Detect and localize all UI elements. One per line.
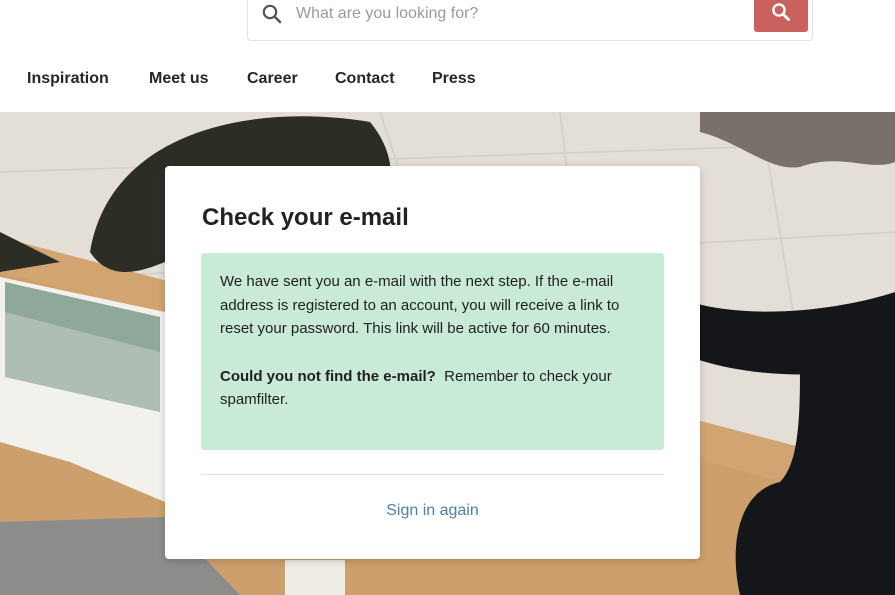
nav-item-contact[interactable]: Contact bbox=[335, 70, 395, 88]
nav-item-meet-us[interactable]: Meet us bbox=[149, 70, 209, 88]
search-icon bbox=[261, 3, 283, 25]
info-message: We have sent you an e-mail with the next… bbox=[220, 273, 620, 337]
nav-item-press[interactable]: Press bbox=[432, 70, 476, 88]
check-email-card: Check your e-mail We have sent you an e-… bbox=[165, 166, 700, 559]
site-header: Inspiration Meet us Career Contact Press bbox=[0, 0, 895, 112]
search-button[interactable] bbox=[754, 0, 808, 32]
sign-in-again-link[interactable]: Sign in again bbox=[165, 502, 700, 520]
nav-item-career[interactable]: Career bbox=[247, 70, 298, 88]
page-title: Check your e-mail bbox=[202, 204, 409, 231]
hint-bold-text: Could you not find the e-mail? bbox=[220, 367, 436, 385]
nav-item-inspiration[interactable]: Inspiration bbox=[27, 70, 109, 88]
info-message-box: We have sent you an e-mail with the next… bbox=[201, 253, 664, 450]
search-icon bbox=[771, 2, 791, 25]
divider bbox=[201, 474, 664, 475]
search-bar bbox=[247, 0, 813, 41]
hint-paragraph: Could you not find the e-mail? Remember … bbox=[220, 365, 645, 412]
search-input[interactable] bbox=[296, 1, 736, 27]
